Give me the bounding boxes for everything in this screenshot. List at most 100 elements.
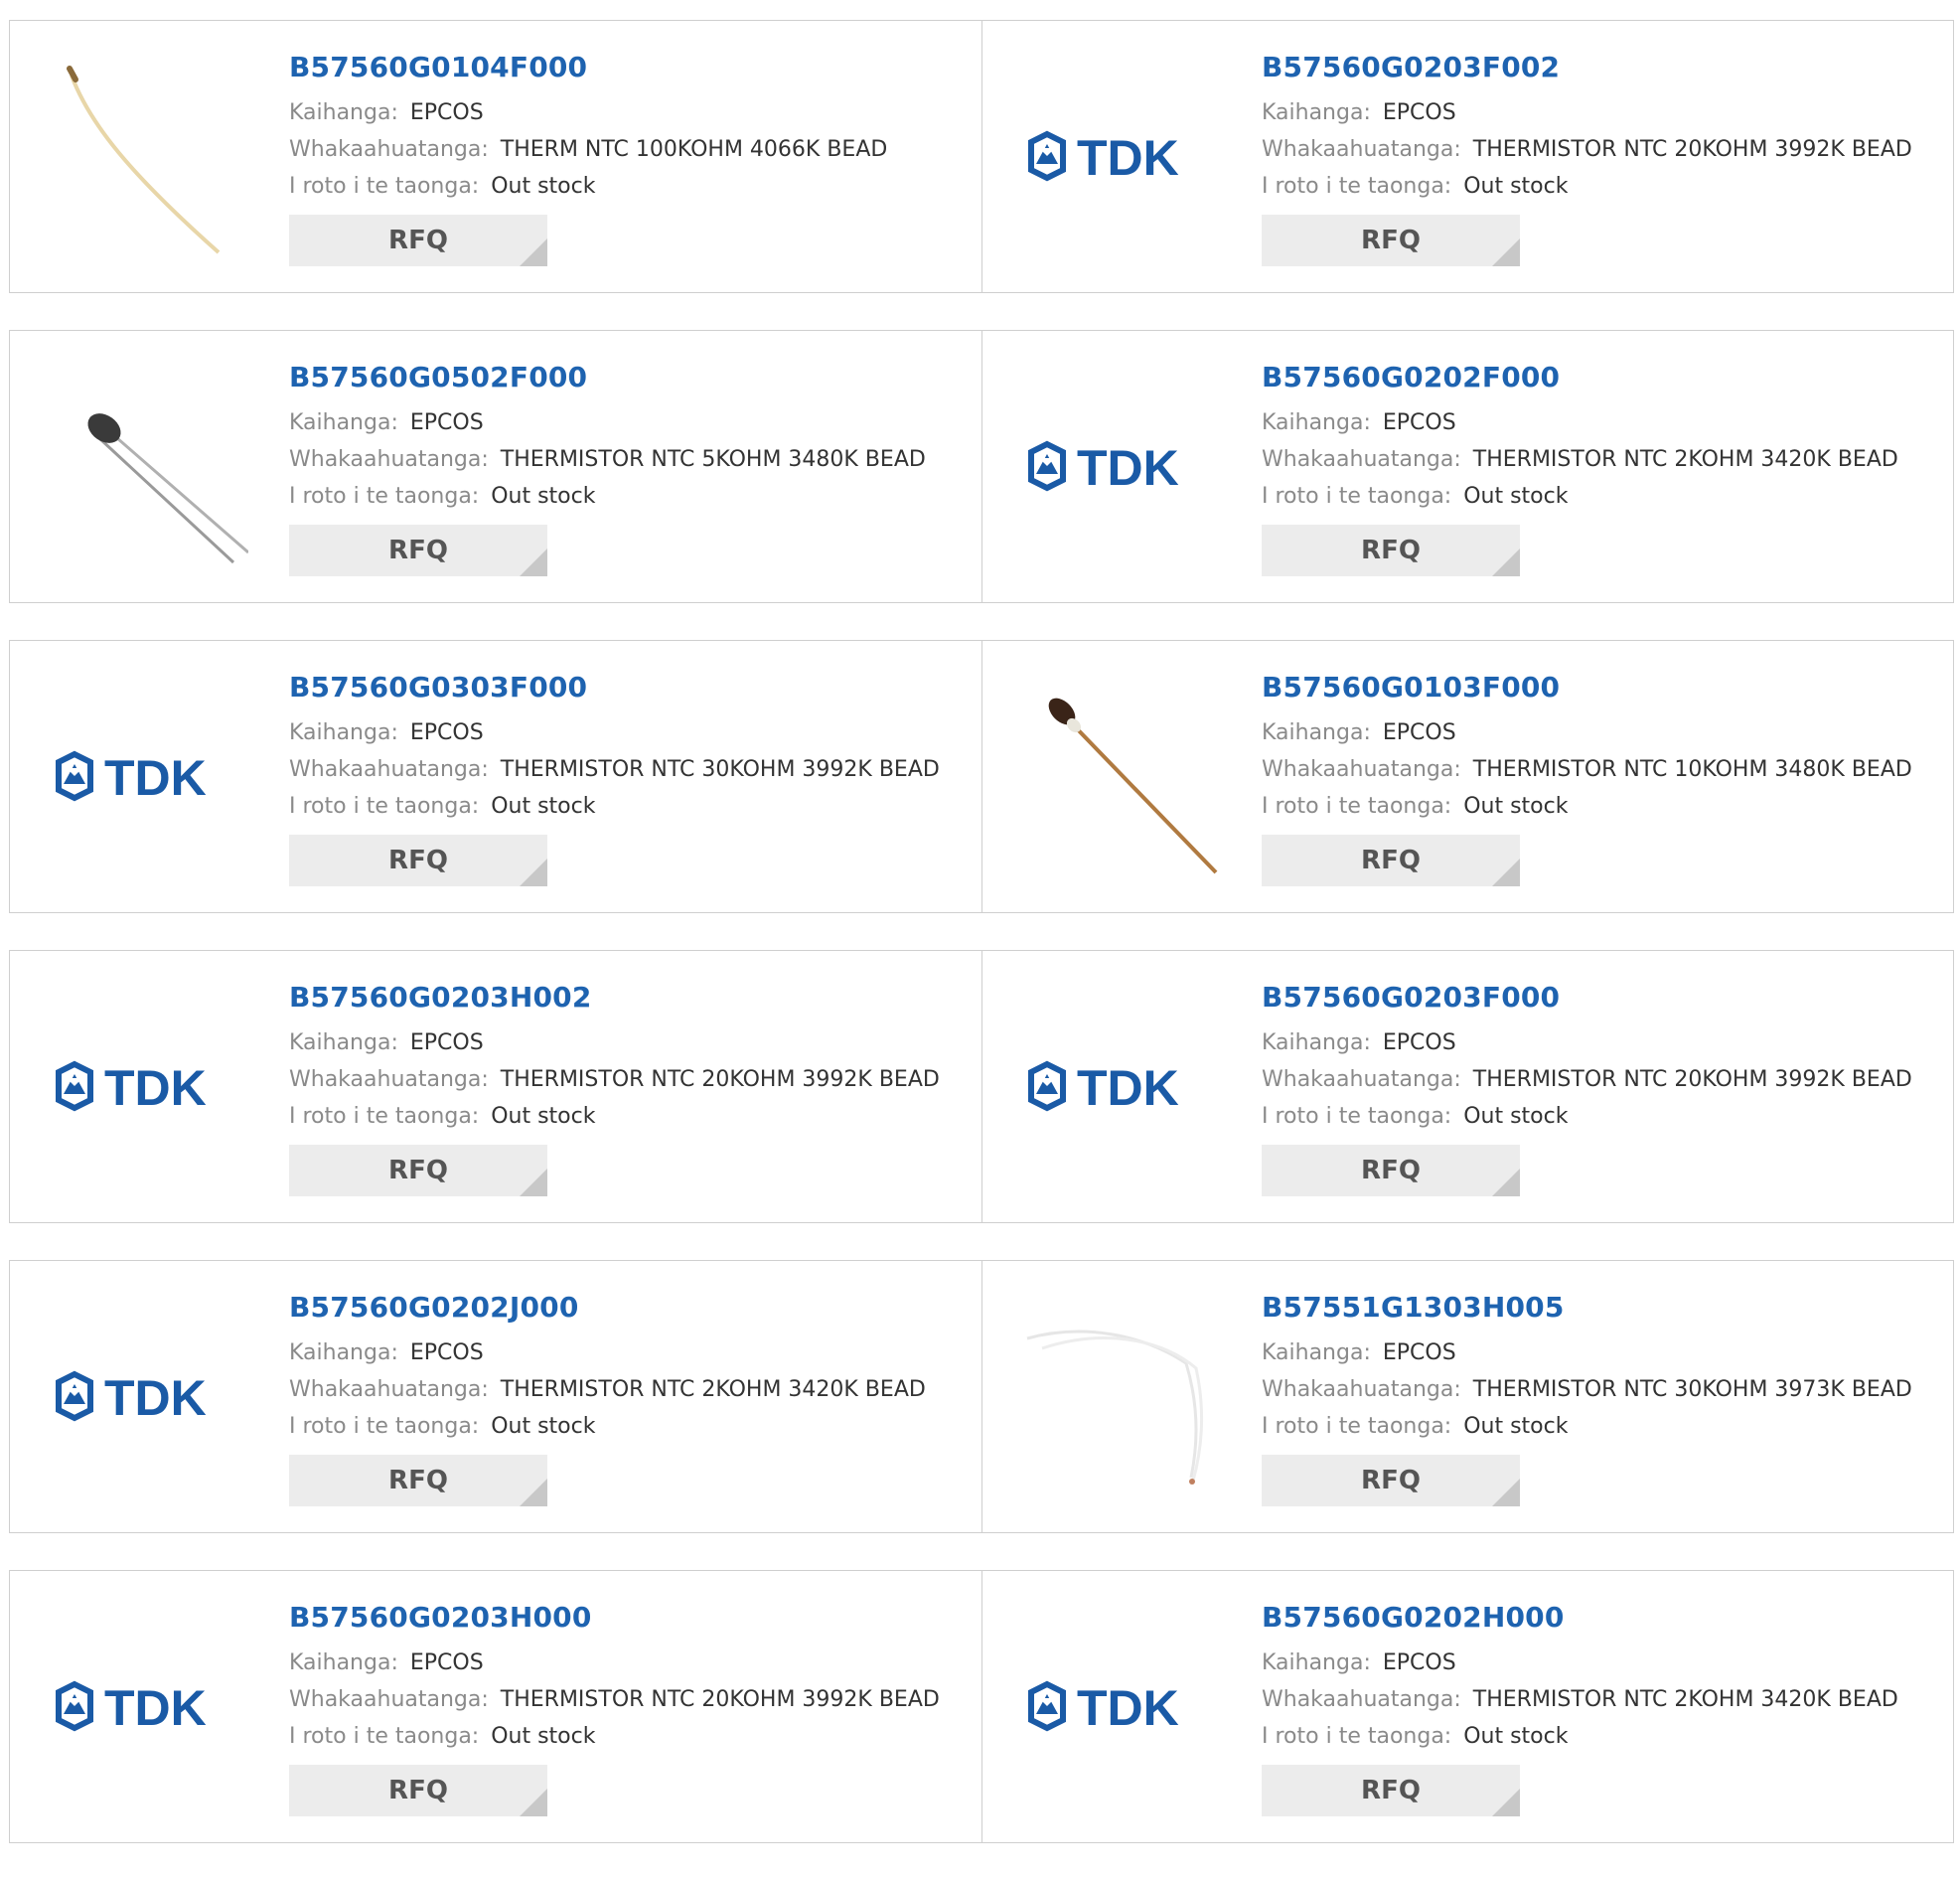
manufacturer-line: Kaihanga: EPCOS xyxy=(289,1024,972,1061)
description-label: Whakaahuatanga: xyxy=(1262,1377,1461,1402)
product-row: TDK B57560G0203H000 Kaihanga: EPCOS Whaka… xyxy=(9,1570,1954,1843)
stock-line: I roto i te taonga: Out stock xyxy=(1262,1408,1943,1445)
manufacturer-value: EPCOS xyxy=(1382,720,1456,745)
manufacturer-value: EPCOS xyxy=(409,1650,484,1675)
manufacturer-line: Kaihanga: EPCOS xyxy=(1262,714,1943,751)
rfq-button[interactable]: RFQ xyxy=(289,1145,547,1196)
corner-decoration xyxy=(520,1169,547,1196)
part-number-link[interactable]: B57560G0103F000 xyxy=(1262,669,1943,706)
product-info: B57551G1303H005 Kaihanga: EPCOS Whakaahua… xyxy=(1262,1289,1943,1506)
description-value: THERMISTOR NTC 5KOHM 3480K BEAD xyxy=(500,447,926,472)
rfq-button[interactable]: RFQ xyxy=(289,215,547,266)
stock-line: I roto i te taonga: Out stock xyxy=(1262,478,1943,515)
part-number-link[interactable]: B57560G0203F000 xyxy=(1262,979,1943,1017)
product-image[interactable] xyxy=(50,364,248,567)
part-number-link[interactable]: B57560G0202F000 xyxy=(1262,359,1943,396)
manufacturer-value: EPCOS xyxy=(1382,100,1456,125)
part-number-link[interactable]: B57560G0203F002 xyxy=(1262,49,1943,86)
stock-label: I roto i te taonga: xyxy=(1262,1414,1452,1439)
rfq-label: RFQ xyxy=(1361,846,1421,875)
rfq-button[interactable]: RFQ xyxy=(289,525,547,576)
stock-value: Out stock xyxy=(1463,174,1569,199)
manufacturer-value: EPCOS xyxy=(409,720,484,745)
rfq-label: RFQ xyxy=(388,1776,448,1805)
tdk-logo[interactable]: TDK xyxy=(50,1604,248,1807)
manufacturer-line: Kaihanga: EPCOS xyxy=(289,1645,972,1681)
rfq-label: RFQ xyxy=(1361,1776,1421,1805)
product-card: B57560G0502F000 Kaihanga: EPCOS Whakaahua… xyxy=(10,331,981,602)
svg-text:TDK: TDK xyxy=(104,1060,207,1116)
description-value: THERM NTC 100KOHM 4066K BEAD xyxy=(500,137,888,162)
manufacturer-label: Kaihanga: xyxy=(1262,1340,1371,1365)
product-card: TDK B57560G0303F000 Kaihanga: EPCOS Whaka… xyxy=(10,641,981,912)
tdk-logo[interactable]: TDK xyxy=(1022,984,1221,1187)
description-label: Whakaahuatanga: xyxy=(289,447,489,472)
rfq-button[interactable]: RFQ xyxy=(1262,525,1520,576)
product-card: TDK B57560G0203F000 Kaihanga: EPCOS Whaka… xyxy=(981,951,1953,1222)
rfq-button[interactable]: RFQ xyxy=(1262,1455,1520,1506)
part-number-link[interactable]: B57560G0104F000 xyxy=(289,49,972,86)
description-line: Whakaahuatanga: THERM NTC 100KOHM 4066K B… xyxy=(289,131,972,168)
description-line: Whakaahuatanga: THERMISTOR NTC 2KOHM 3420… xyxy=(289,1371,972,1408)
product-info: B57560G0202H000 Kaihanga: EPCOS Whakaahua… xyxy=(1262,1599,1943,1816)
manufacturer-value: EPCOS xyxy=(1382,1340,1456,1365)
product-card: B57551G1303H005 Kaihanga: EPCOS Whakaahua… xyxy=(981,1261,1953,1532)
product-image[interactable] xyxy=(1022,674,1221,877)
description-value: THERMISTOR NTC 20KOHM 3992K BEAD xyxy=(500,1687,940,1712)
part-number-link[interactable]: B57560G0203H002 xyxy=(289,979,972,1017)
description-label: Whakaahuatanga: xyxy=(289,1377,489,1402)
manufacturer-line: Kaihanga: EPCOS xyxy=(289,714,972,751)
product-image[interactable] xyxy=(1022,1294,1221,1497)
rfq-label: RFQ xyxy=(388,846,448,875)
part-number-link[interactable]: B57560G0202J000 xyxy=(289,1289,972,1327)
product-info: B57560G0502F000 Kaihanga: EPCOS Whakaahua… xyxy=(289,359,972,576)
part-number-link[interactable]: B57560G0202H000 xyxy=(1262,1599,1943,1637)
rfq-button[interactable]: RFQ xyxy=(1262,835,1520,886)
corner-decoration xyxy=(1492,238,1520,266)
product-image[interactable] xyxy=(50,54,248,257)
stock-line: I roto i te taonga: Out stock xyxy=(1262,1098,1943,1135)
svg-text:TDK: TDK xyxy=(1077,440,1179,496)
stock-value: Out stock xyxy=(491,484,596,509)
corner-decoration xyxy=(520,1789,547,1816)
description-label: Whakaahuatanga: xyxy=(1262,1687,1461,1712)
manufacturer-line: Kaihanga: EPCOS xyxy=(289,94,972,131)
stock-line: I roto i te taonga: Out stock xyxy=(289,478,972,515)
stock-line: I roto i te taonga: Out stock xyxy=(1262,1718,1943,1755)
rfq-button[interactable]: RFQ xyxy=(289,835,547,886)
stock-label: I roto i te taonga: xyxy=(289,1414,480,1439)
tdk-logo[interactable]: TDK xyxy=(1022,54,1221,257)
rfq-button[interactable]: RFQ xyxy=(289,1455,547,1506)
tdk-logo[interactable]: TDK xyxy=(1022,364,1221,567)
svg-text:TDK: TDK xyxy=(104,1680,207,1736)
rfq-button[interactable]: RFQ xyxy=(1262,215,1520,266)
rfq-button[interactable]: RFQ xyxy=(1262,1765,1520,1816)
rfq-label: RFQ xyxy=(1361,536,1421,565)
description-value: THERMISTOR NTC 20KOHM 3992K BEAD xyxy=(500,1067,940,1092)
stock-label: I roto i te taonga: xyxy=(289,174,480,199)
manufacturer-label: Kaihanga: xyxy=(289,410,398,435)
description-label: Whakaahuatanga: xyxy=(1262,137,1461,162)
tdk-logo[interactable]: TDK xyxy=(50,984,248,1187)
rfq-button[interactable]: RFQ xyxy=(289,1765,547,1816)
product-info: B57560G0104F000 Kaihanga: EPCOS Whakaahua… xyxy=(289,49,972,266)
product-info: B57560G0202J000 Kaihanga: EPCOS Whakaahua… xyxy=(289,1289,972,1506)
stock-value: Out stock xyxy=(1463,1724,1569,1749)
corner-decoration xyxy=(520,1479,547,1506)
product-info: B57560G0103F000 Kaihanga: EPCOS Whakaahua… xyxy=(1262,669,1943,886)
part-number-link[interactable]: B57560G0303F000 xyxy=(289,669,972,706)
product-card: TDK B57560G0203F002 Kaihanga: EPCOS Whaka… xyxy=(981,21,1953,292)
part-number-link[interactable]: B57560G0203H000 xyxy=(289,1599,972,1637)
description-value: THERMISTOR NTC 2KOHM 3420K BEAD xyxy=(500,1377,926,1402)
manufacturer-label: Kaihanga: xyxy=(1262,100,1371,125)
part-number-link[interactable]: B57560G0502F000 xyxy=(289,359,972,396)
description-line: Whakaahuatanga: THERMISTOR NTC 20KOHM 399… xyxy=(289,1681,972,1718)
rfq-label: RFQ xyxy=(1361,226,1421,255)
description-label: Whakaahuatanga: xyxy=(289,1687,489,1712)
rfq-button[interactable]: RFQ xyxy=(1262,1145,1520,1196)
tdk-logo[interactable]: TDK xyxy=(50,1294,248,1497)
tdk-logo[interactable]: TDK xyxy=(50,674,248,877)
tdk-logo[interactable]: TDK xyxy=(1022,1604,1221,1807)
part-number-link[interactable]: B57551G1303H005 xyxy=(1262,1289,1943,1327)
description-line: Whakaahuatanga: THERMISTOR NTC 30KOHM 399… xyxy=(289,751,972,788)
